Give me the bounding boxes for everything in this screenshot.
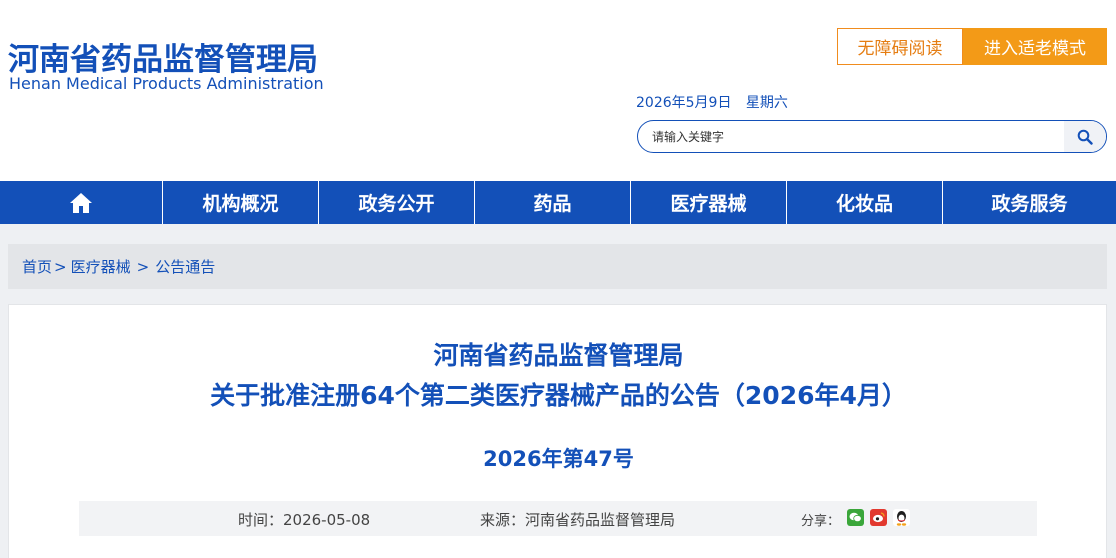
weibo-icon[interactable] [870, 509, 887, 526]
article-title-line1: 河南省药品监督管理局 [433, 341, 684, 370]
nav-item-medical-devices[interactable]: 医疗器械 [631, 181, 787, 224]
share-label: 分享： [801, 514, 841, 529]
nav-item-cosmetics[interactable]: 化妆品 [787, 181, 943, 224]
site-logo-title[interactable]: 河南省药品监督管理局 [8, 34, 318, 79]
qq-icon[interactable] [893, 509, 910, 526]
site-header: 河南省药品监督管理局 Henan Medical Products Admini… [0, 0, 1116, 181]
breadcrumb: 首页 > 医疗器械 > 公告通告 [8, 244, 1107, 289]
nav-item-government-affairs[interactable]: 政务公开 [319, 181, 475, 224]
publish-time: 时间：2026-05-08 [238, 511, 371, 529]
nav-item-drugs[interactable]: 药品 [475, 181, 631, 224]
breadcrumb-separator: > [54, 257, 67, 276]
document-number: 2026年第47号 [483, 447, 634, 471]
breadcrumb-medical-devices[interactable]: 医疗器械 [71, 256, 131, 277]
accessibility-reading-button[interactable]: 无障碍阅读 [837, 28, 963, 65]
home-icon [70, 192, 92, 213]
breadcrumb-announcements[interactable]: 公告通告 [155, 256, 215, 277]
search-box [637, 120, 1107, 153]
elder-mode-button[interactable]: 进入适老模式 [963, 28, 1107, 65]
search-input[interactable] [652, 121, 1062, 152]
article-meta-bar: 时间：2026-05-08 来源：河南省药品监督管理局 分享： [79, 501, 1037, 536]
current-date: 2026年5月9日 星期六 [636, 92, 798, 112]
site-logo-subtitle[interactable]: Henan Medical Products Administration [9, 74, 324, 93]
main-nav: 机构概况 政务公开 药品 医疗器械 化妆品 政务服务 [0, 181, 1116, 224]
nav-item-organization[interactable]: 机构概况 [163, 181, 319, 224]
breadcrumb-home[interactable]: 首页 [22, 256, 52, 277]
nav-item-government-services[interactable]: 政务服务 [943, 181, 1116, 224]
wechat-icon[interactable] [847, 509, 864, 526]
date-text: 2026年5月9日 [636, 95, 732, 111]
search-button[interactable] [1064, 121, 1106, 152]
breadcrumb-separator: > [136, 257, 150, 276]
article-container: 河南省药品监督管理局 关于批准注册64个第二类医疗器械产品的公告（2026年4月… [8, 304, 1107, 558]
nav-home[interactable] [0, 181, 163, 224]
search-icon [1077, 129, 1093, 145]
article-source: 来源：河南省药品监督管理局 [480, 511, 676, 529]
article-title-line2: 关于批准注册64个第二类医疗器械产品的公告（2026年4月） [210, 381, 907, 410]
weekday-text: 星期六 [745, 95, 788, 111]
